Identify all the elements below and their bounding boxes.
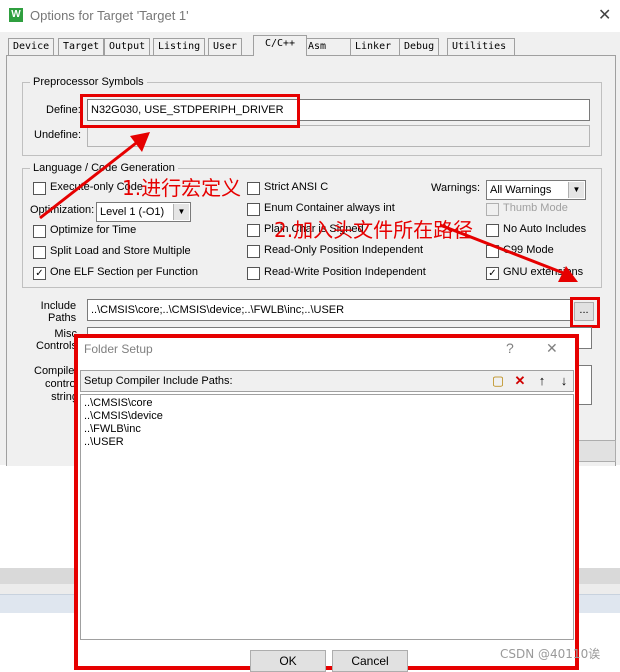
undefine-field[interactable] [87, 125, 590, 147]
window-title: Options for Target 'Target 1' [30, 8, 189, 23]
include-paths-header-label: Setup Compiler Include Paths: [84, 375, 233, 387]
list-item[interactable]: ..\CMSIS\device [84, 410, 163, 422]
include-label-line1: Include [40, 300, 77, 312]
tab-target[interactable]: Target [58, 38, 105, 55]
warnings-select[interactable]: All Warnings ▼ [486, 180, 586, 200]
cancel-button[interactable]: Cancel [332, 650, 408, 672]
ro-pi-checkbox[interactable] [247, 245, 260, 258]
include-paths-label: Include Paths [40, 300, 76, 324]
compiler-label-line2: control [44, 378, 79, 390]
include-paths-list: ..\CMSIS\core ..\CMSIS\device ..\FWLB\in… [80, 394, 574, 640]
close-icon[interactable]: ✕ [598, 5, 611, 25]
execute-only-checkbox[interactable] [33, 182, 46, 195]
split-load-checkbox[interactable] [33, 246, 46, 259]
optimization-label: Optimization: [30, 204, 95, 216]
preprocessor-group-title: Preprocessor Symbols [30, 76, 147, 88]
one-elf-checkbox[interactable]: ✓ [33, 267, 46, 280]
annotation-step2: 2.加入头文件所在路径 [274, 218, 474, 242]
c99-mode-label: C99 Mode [503, 244, 554, 256]
compiler-label-line1: Compiler [34, 365, 79, 377]
tab-c-cpp[interactable]: C/C++ [253, 35, 307, 56]
include-paths-header: Setup Compiler Include Paths: ▢ ✕ ↑ ↓ [80, 370, 574, 392]
tab-debug[interactable]: Debug [399, 38, 440, 55]
tab-linker[interactable]: Linker [350, 38, 402, 55]
list-item[interactable]: ..\USER [84, 436, 124, 448]
ro-pi-label: Read-Only Position Independent [264, 244, 423, 256]
gnu-extensions-checkbox[interactable]: ✓ [486, 267, 499, 280]
move-down-icon[interactable]: ↓ [555, 373, 573, 389]
thumb-mode-checkbox[interactable] [486, 203, 499, 216]
strict-ansi-checkbox[interactable] [247, 182, 260, 195]
compiler-label-line3: string [51, 391, 79, 403]
rw-pi-checkbox[interactable] [247, 267, 260, 280]
help-button[interactable] [574, 440, 616, 462]
optimization-select[interactable]: Level 1 (-O1) ▼ [96, 202, 191, 222]
define-label: Define: [46, 104, 81, 116]
title-bar: W Options for Target 'Target 1' ✕ [0, 0, 620, 32]
one-elf-label: One ELF Section per Function [50, 266, 198, 278]
include-label-line2: Paths [48, 312, 77, 324]
define-highlight-box [80, 94, 300, 128]
misc-label-line1: Misc [54, 328, 77, 340]
delete-icon[interactable]: ✕ [511, 373, 529, 389]
new-folder-icon[interactable]: ▢ [489, 373, 507, 389]
tab-device[interactable]: Device [8, 38, 55, 55]
split-load-label: Split Load and Store Multiple [50, 245, 191, 257]
annotation-step1: 1.进行宏定义 [122, 176, 242, 200]
folder-setup-title: Folder Setup [84, 342, 153, 356]
folder-setup-dialog: Folder Setup ? ✕ Setup Compiler Include … [74, 334, 579, 672]
misc-label-line2: Controls [36, 340, 77, 352]
watermark: CSDN @40110诶 [500, 647, 601, 661]
gnu-extensions-label: GNU extensions [503, 266, 584, 278]
list-item[interactable]: ..\FWLB\inc [84, 423, 141, 435]
chevron-down-icon: ▼ [568, 182, 584, 198]
tab-asm[interactable]: Asm [303, 38, 353, 55]
enum-container-checkbox[interactable] [247, 203, 260, 216]
ok-button[interactable]: OK [250, 650, 326, 672]
tab-utilities[interactable]: Utilities [447, 38, 515, 55]
tab-listing[interactable]: Listing [153, 38, 206, 55]
plain-char-checkbox[interactable] [247, 224, 260, 237]
include-paths-field[interactable]: ..\CMSIS\core;..\CMSIS\device;..\FWLB\in… [87, 299, 571, 321]
help-icon[interactable]: ? [506, 340, 514, 356]
strict-ansi-label: Strict ANSI C [264, 181, 329, 193]
warnings-value: All Warnings [490, 184, 552, 196]
misc-controls-label: Misc Controls [36, 328, 77, 352]
c99-mode-checkbox[interactable] [486, 245, 499, 258]
undefine-label: Undefine: [34, 129, 82, 141]
move-up-icon[interactable]: ↑ [533, 373, 551, 389]
rw-pi-label: Read-Write Position Independent [264, 266, 426, 278]
tab-user[interactable]: User [208, 38, 243, 55]
list-item[interactable]: ..\CMSIS\core [84, 397, 152, 409]
optimization-value: Level 1 (-O1) [100, 206, 165, 218]
enum-container-label: Enum Container always int [264, 202, 395, 214]
no-auto-includes-label: No Auto Includes [503, 223, 587, 235]
optimize-time-label: Optimize for Time [50, 224, 137, 236]
optimize-time-checkbox[interactable] [33, 225, 46, 238]
browse-highlight-box [570, 297, 600, 328]
tab-output[interactable]: Output [104, 38, 151, 55]
warnings-label: Warnings: [431, 182, 481, 194]
close-icon[interactable]: ✕ [546, 340, 558, 357]
compiler-control-label: Compiler control string [34, 365, 78, 404]
thumb-mode-label: Thumb Mode [503, 202, 568, 214]
keil-app-icon: W [9, 8, 23, 22]
chevron-down-icon: ▼ [173, 204, 189, 220]
no-auto-includes-checkbox[interactable] [486, 224, 499, 237]
